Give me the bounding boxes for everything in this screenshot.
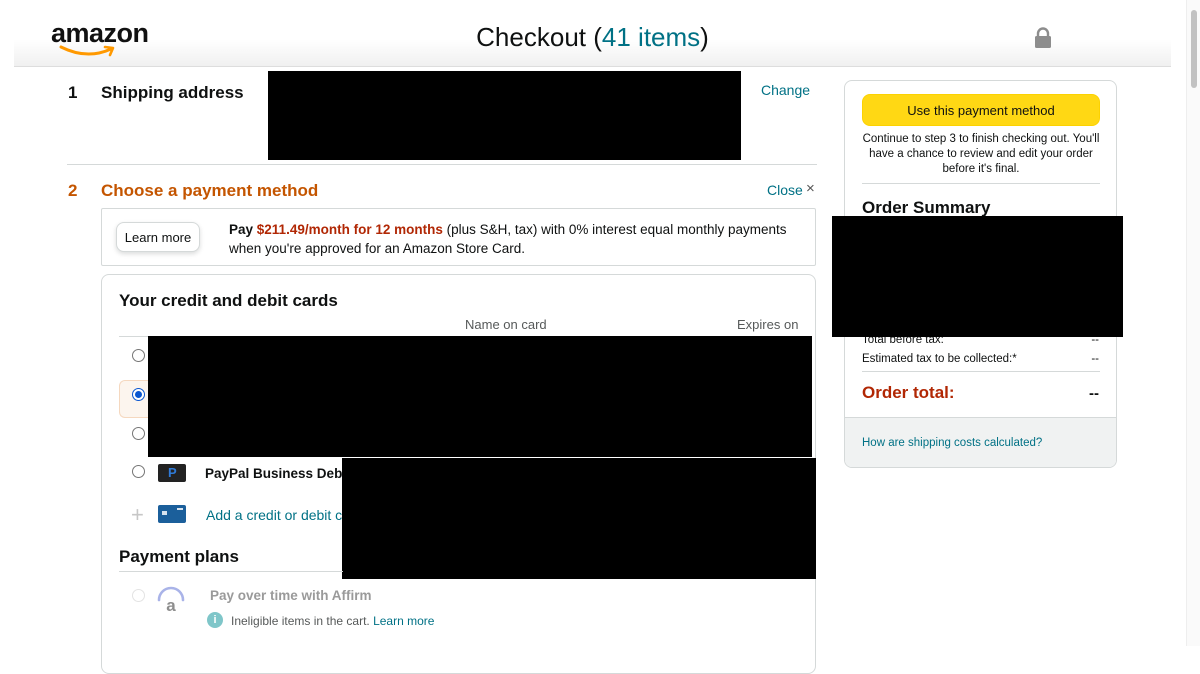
- shipping-address-heading: Shipping address: [101, 83, 244, 102]
- name-on-card-column-header: Name on card: [465, 317, 547, 332]
- items-count-link[interactable]: 41 items: [602, 22, 700, 52]
- learn-more-button[interactable]: Learn more: [116, 222, 200, 252]
- estimated-tax-value: --: [1091, 353, 1099, 365]
- plus-icon: +: [131, 502, 144, 527]
- close-payment-link[interactable]: Close: [767, 182, 803, 198]
- affirm-option-label: Pay over time with Affirm: [210, 588, 372, 603]
- lock-icon: [1035, 27, 1051, 48]
- store-card-promo-text: Pay $211.49/month for 12 months (plus S&…: [229, 222, 787, 256]
- step-2-number: 2: [68, 181, 78, 200]
- monthly-payment-amount: $211.49/month for 12 months: [256, 222, 443, 237]
- card-radio-2-selected[interactable]: [132, 388, 145, 401]
- step-divider: [67, 164, 817, 165]
- expires-on-column-header: Expires on: [737, 317, 799, 332]
- order-summary-heading: Order Summary: [862, 198, 991, 217]
- continue-instructions: Continue to step 3 to finish checking ou…: [862, 133, 1100, 175]
- store-card-promo: Learn more Pay $211.49/month for 12 mont…: [101, 208, 816, 266]
- card-radio-3[interactable]: [132, 427, 145, 440]
- affirm-learn-more-link[interactable]: Learn more: [373, 614, 434, 628]
- close-icon[interactable]: ×: [806, 180, 815, 197]
- summary-total-divider: [862, 371, 1100, 372]
- affirm-logo-icon: a: [157, 586, 185, 614]
- checkout-header: amazon Checkout (41 items): [14, 0, 1171, 67]
- use-payment-method-button[interactable]: Use this payment method: [862, 94, 1100, 126]
- redacted-shipping-address: [268, 71, 741, 160]
- checkout-title-text: Checkout: [476, 22, 586, 52]
- add-card-link[interactable]: Add a credit or debit ca: [206, 507, 350, 523]
- payment-plans-divider: [119, 571, 343, 572]
- redacted-card-details: [342, 458, 816, 579]
- page-title: Checkout (41 items): [476, 22, 709, 52]
- ineligible-notice: Ineligible items in the cart. Learn more: [231, 614, 435, 628]
- redacted-card-list: [148, 336, 812, 457]
- paypal-card-icon: P: [158, 464, 186, 482]
- redacted-order-summary: [832, 216, 1123, 337]
- affirm-radio-disabled: [132, 589, 145, 602]
- scrollbar-thumb[interactable]: [1191, 10, 1197, 88]
- card-radio-1[interactable]: [132, 349, 145, 362]
- info-icon: i: [207, 612, 223, 628]
- estimated-tax-label: Estimated tax to be collected:*: [862, 353, 1017, 365]
- page-scrollbar[interactable]: [1186, 0, 1200, 646]
- svg-text:a: a: [166, 596, 176, 614]
- shipping-costs-link[interactable]: How are shipping costs calculated?: [862, 437, 1042, 449]
- credit-debit-cards-heading: Your credit and debit cards: [119, 291, 338, 310]
- credit-card-icon: [158, 505, 186, 523]
- paypal-radio[interactable]: [132, 465, 145, 478]
- change-shipping-link[interactable]: Change: [761, 82, 810, 98]
- step-1-number: 1: [68, 83, 78, 102]
- payment-method-heading: Choose a payment method: [101, 181, 319, 200]
- summary-footer: How are shipping costs calculated?: [845, 417, 1116, 467]
- order-total-label: Order total:: [862, 383, 955, 402]
- order-total-value: --: [1089, 385, 1099, 402]
- summary-divider: [862, 183, 1100, 184]
- paypal-business-debit-label: PayPal Business Debit: [205, 466, 351, 481]
- payment-plans-heading: Payment plans: [119, 547, 239, 566]
